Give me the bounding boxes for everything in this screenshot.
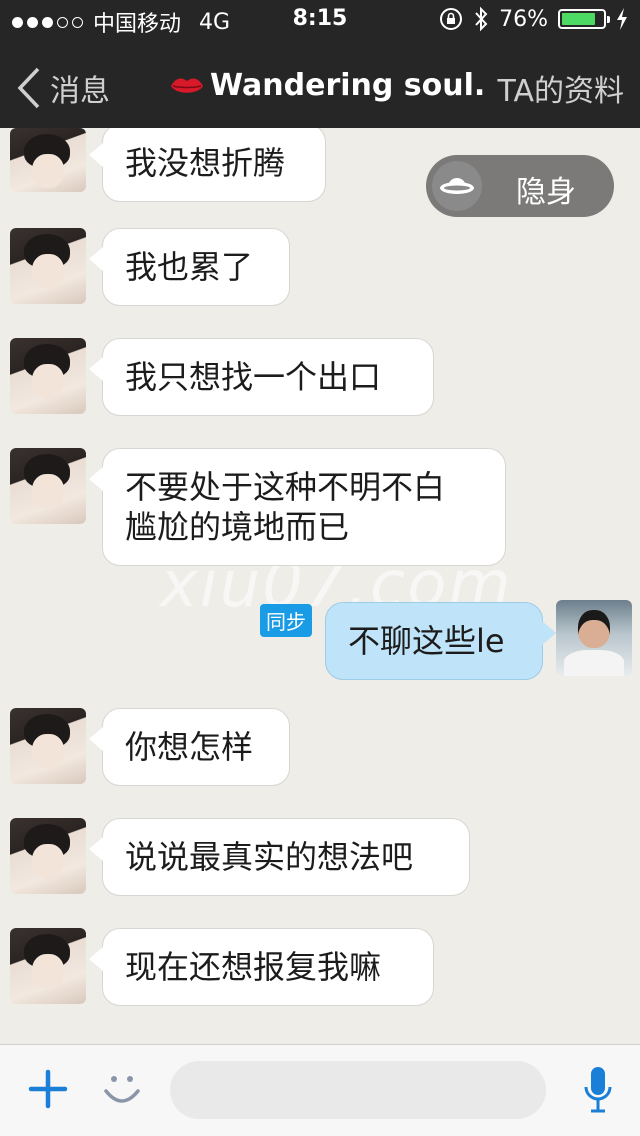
ufo-icon: [432, 161, 482, 211]
contact-avatar[interactable]: [10, 708, 86, 784]
battery-percent: 76%: [499, 6, 548, 32]
input-bar: [0, 1044, 640, 1136]
contact-avatar[interactable]: [10, 338, 86, 414]
charging-icon: [617, 8, 627, 30]
chevron-left-icon: [17, 67, 40, 109]
message-line: 尴尬的境地而已: [125, 508, 350, 546]
contact-avatar[interactable]: [10, 228, 86, 304]
back-button[interactable]: 消息: [16, 66, 110, 110]
contact-name: Wandering soul.: [210, 68, 486, 103]
microphone-icon[interactable]: [583, 1065, 613, 1115]
plus-icon[interactable]: [28, 1069, 68, 1109]
rotation-lock-icon: [440, 8, 463, 30]
contact-avatar[interactable]: [10, 448, 86, 524]
bluetooth-icon: [475, 6, 488, 32]
status-bar: 中国移动 4G 8:15 76%: [0, 0, 640, 40]
message-bubble[interactable]: 现在还想报复我嘛: [89, 928, 434, 1006]
emoji-icon[interactable]: [102, 1067, 142, 1111]
chat-area[interactable]: xiu07.com 我没想折腾 我也累了 我只想找一个出口 不要处于这种不明不白…: [0, 128, 640, 1044]
battery-icon: [558, 9, 610, 29]
contact-avatar[interactable]: [10, 818, 86, 894]
message-line: 不要处于这种不明不白: [125, 468, 446, 506]
sent-message-bubble[interactable]: 不聊这些le: [325, 602, 556, 680]
message-bubble[interactable]: 不要处于这种不明不白 尴尬的境地而已: [89, 448, 506, 566]
top-bar: 中国移动 4G 8:15 76% 消息 Wandering soul. TA的资…: [0, 0, 640, 128]
sync-badge: 同步: [260, 604, 312, 637]
status-right: 76%: [439, 6, 628, 32]
contact-avatar[interactable]: [10, 928, 86, 1004]
chat-title: Wandering soul.: [170, 68, 485, 103]
my-avatar[interactable]: [556, 600, 632, 676]
message-bubble[interactable]: 说说最真实的想法吧: [89, 818, 470, 896]
message-bubble[interactable]: 我只想找一个出口: [89, 338, 434, 416]
message-bubble[interactable]: 我没想折腾: [89, 128, 326, 202]
lips-icon: [171, 77, 203, 93]
nav-bar: 消息 Wandering soul. TA的资料: [0, 40, 640, 128]
profile-button[interactable]: TA的资料: [497, 66, 624, 110]
message-bubble[interactable]: 我也累了: [89, 228, 290, 306]
stealth-label: 隐身: [516, 175, 576, 210]
message-input[interactable]: [170, 1061, 546, 1119]
back-label: 消息: [50, 74, 110, 109]
stealth-mode-button[interactable]: 隐身: [426, 155, 614, 217]
contact-avatar[interactable]: [10, 128, 86, 192]
message-bubble[interactable]: 你想怎样: [89, 708, 290, 786]
